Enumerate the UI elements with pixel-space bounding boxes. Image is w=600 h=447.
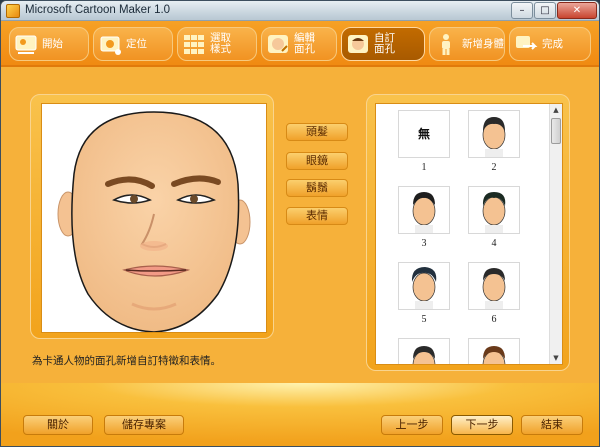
none-label: 無 — [417, 127, 430, 141]
welcome-screen-icon — [15, 35, 37, 54]
step-label: 新增身體 — [462, 37, 504, 50]
style-grid-icon — [184, 35, 204, 54]
gallery-item-number: 2 — [491, 162, 497, 173]
gallery-item[interactable] — [398, 262, 450, 310]
maximize-button[interactable]: □ — [534, 2, 556, 19]
minimize-button[interactable]: – — [511, 2, 533, 19]
beard-button[interactable]: 鬍鬚 — [286, 179, 348, 197]
about-button[interactable]: 關於 — [23, 415, 93, 435]
custom-face-icon — [348, 35, 368, 53]
gallery-item[interactable] — [398, 338, 450, 364]
gallery-item-number: 4 — [491, 238, 497, 249]
step-add-body[interactable]: 新增身體 — [429, 27, 505, 61]
gallery-item[interactable] — [468, 110, 520, 158]
scroll-down-icon[interactable]: ▼ — [550, 352, 562, 364]
gallery-item-number: 3 — [421, 238, 427, 249]
gallery-item[interactable] — [468, 338, 520, 364]
next-button[interactable]: 下一步 — [451, 415, 513, 435]
gallery-item-number: 5 — [421, 314, 427, 325]
scroll-up-icon[interactable]: ▲ — [550, 104, 562, 116]
step-finish[interactable]: 完成 — [509, 27, 591, 61]
step-label: 完成 — [542, 37, 563, 50]
crop-icon — [100, 36, 121, 55]
face-canvas[interactable] — [41, 103, 267, 333]
face-thumbnail — [482, 192, 506, 233]
app-window: Microsoft Cartoon Maker 1.0 – □ ✕ 開始 定位 — [0, 0, 600, 447]
window-controls: – □ ✕ — [511, 2, 597, 19]
step-description: 為卡通人物的面孔新增自訂特徵和表情。 — [32, 355, 221, 367]
finish-icon — [516, 36, 538, 50]
step-custom-face[interactable]: 自訂 面孔 — [341, 27, 425, 61]
face-thumbnail — [482, 346, 506, 364]
app-icon — [6, 4, 20, 18]
prev-button[interactable]: 上一步 — [381, 415, 443, 435]
step-label: 開始 — [42, 37, 63, 50]
window-title: Microsoft Cartoon Maker 1.0 — [25, 4, 171, 16]
face-thumbnail — [412, 192, 436, 233]
face-thumbnail — [482, 268, 506, 309]
body-icon — [442, 34, 450, 55]
gallery-panel: 無 1 2 3 4 5 6 ▲ ▼ — [366, 94, 570, 371]
cartoon-face-image — [57, 111, 251, 333]
scroll-thumb[interactable] — [551, 118, 561, 144]
face-preview-panel — [30, 94, 274, 339]
gallery-item[interactable] — [468, 186, 520, 234]
face-edit-icon — [268, 35, 288, 53]
step-label: 編輯 面孔 — [294, 32, 315, 55]
gallery-item-number: 1 — [421, 162, 427, 173]
step-position[interactable]: 定位 — [93, 27, 173, 61]
step-label: 選取 樣式 — [210, 32, 231, 55]
gallery-item-number: 6 — [491, 314, 497, 325]
step-label: 定位 — [126, 37, 147, 50]
feature-gallery[interactable]: 無 1 2 3 4 5 6 ▲ ▼ — [375, 103, 563, 365]
gallery-item[interactable] — [468, 262, 520, 310]
step-label: 自訂 面孔 — [374, 32, 395, 55]
face-thumbnail — [412, 346, 436, 364]
gallery-item-none[interactable]: 無 — [398, 110, 450, 158]
face-thumbnail — [411, 267, 437, 309]
face-thumbnail — [482, 117, 506, 157]
close-button[interactable]: ✕ — [557, 2, 597, 19]
step-start[interactable]: 開始 — [9, 27, 89, 61]
gallery-item[interactable] — [398, 186, 450, 234]
gallery-scrollbar[interactable]: ▲ ▼ — [549, 104, 562, 364]
save-project-button[interactable]: 儲存專案 — [104, 415, 184, 435]
step-toolbar: 開始 定位 選取 樣式 編輯 面孔 自訂 面孔 新增身體 完成 — [1, 21, 599, 67]
glasses-button[interactable]: 眼鏡 — [286, 152, 348, 170]
finish-button[interactable]: 結束 — [521, 415, 583, 435]
hair-button[interactable]: 頭髮 — [286, 123, 348, 141]
step-edit-face[interactable]: 編輯 面孔 — [261, 27, 337, 61]
expression-button[interactable]: 表情 — [286, 207, 348, 225]
title-bar[interactable]: Microsoft Cartoon Maker 1.0 – □ ✕ — [1, 1, 599, 21]
step-style[interactable]: 選取 樣式 — [177, 27, 257, 61]
